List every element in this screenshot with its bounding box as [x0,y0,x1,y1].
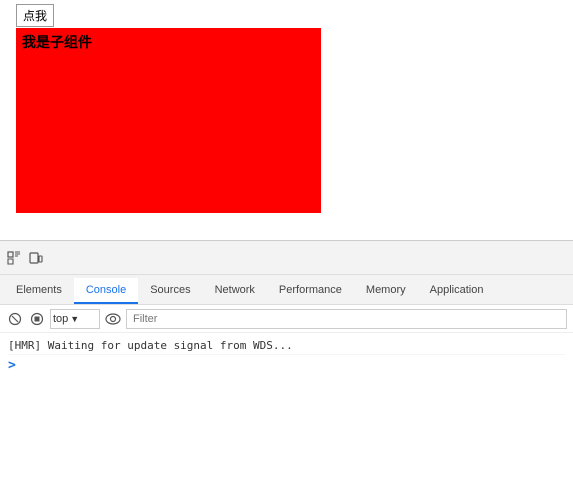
console-prompt-line[interactable]: > [8,355,565,377]
context-dropdown-arrow: ▼ [70,314,79,324]
tab-network[interactable]: Network [203,278,267,304]
tab-elements[interactable]: Elements [4,278,74,304]
console-toolbar: top ▼ [0,305,573,333]
child-label: 我是子组件 [22,32,92,52]
console-log-hmr: [HMR] Waiting for update signal from WDS… [8,337,565,355]
eye-icon[interactable] [104,310,122,328]
tab-performance[interactable]: Performance [267,278,354,304]
stop-icon[interactable] [28,310,46,328]
inspect-element-icon[interactable] [4,248,24,268]
console-filter-input[interactable] [126,309,567,329]
tab-console[interactable]: Console [74,278,138,304]
clear-console-icon[interactable] [6,310,24,328]
hmr-log-text: [HMR] Waiting for update signal from WDS… [8,339,293,352]
context-selector[interactable]: top ▼ [50,309,100,329]
tab-application[interactable]: Application [418,278,496,304]
red-box: 我是子组件 [16,28,321,213]
devtools-tabs: Elements Console Sources Network Perform… [0,275,573,305]
device-toggle-icon[interactable] [26,248,46,268]
devtools-panel: Elements Console Sources Network Perform… [0,240,573,502]
context-value: top [53,313,68,325]
console-output: [HMR] Waiting for update signal from WDS… [0,333,573,502]
tab-sources[interactable]: Sources [138,278,202,304]
app-area: 点我 我是子组件 [0,0,573,240]
console-prompt-symbol: > [8,358,16,373]
tab-memory[interactable]: Memory [354,278,418,304]
devtools-toolbar [0,241,573,275]
click-button[interactable]: 点我 [16,4,54,27]
